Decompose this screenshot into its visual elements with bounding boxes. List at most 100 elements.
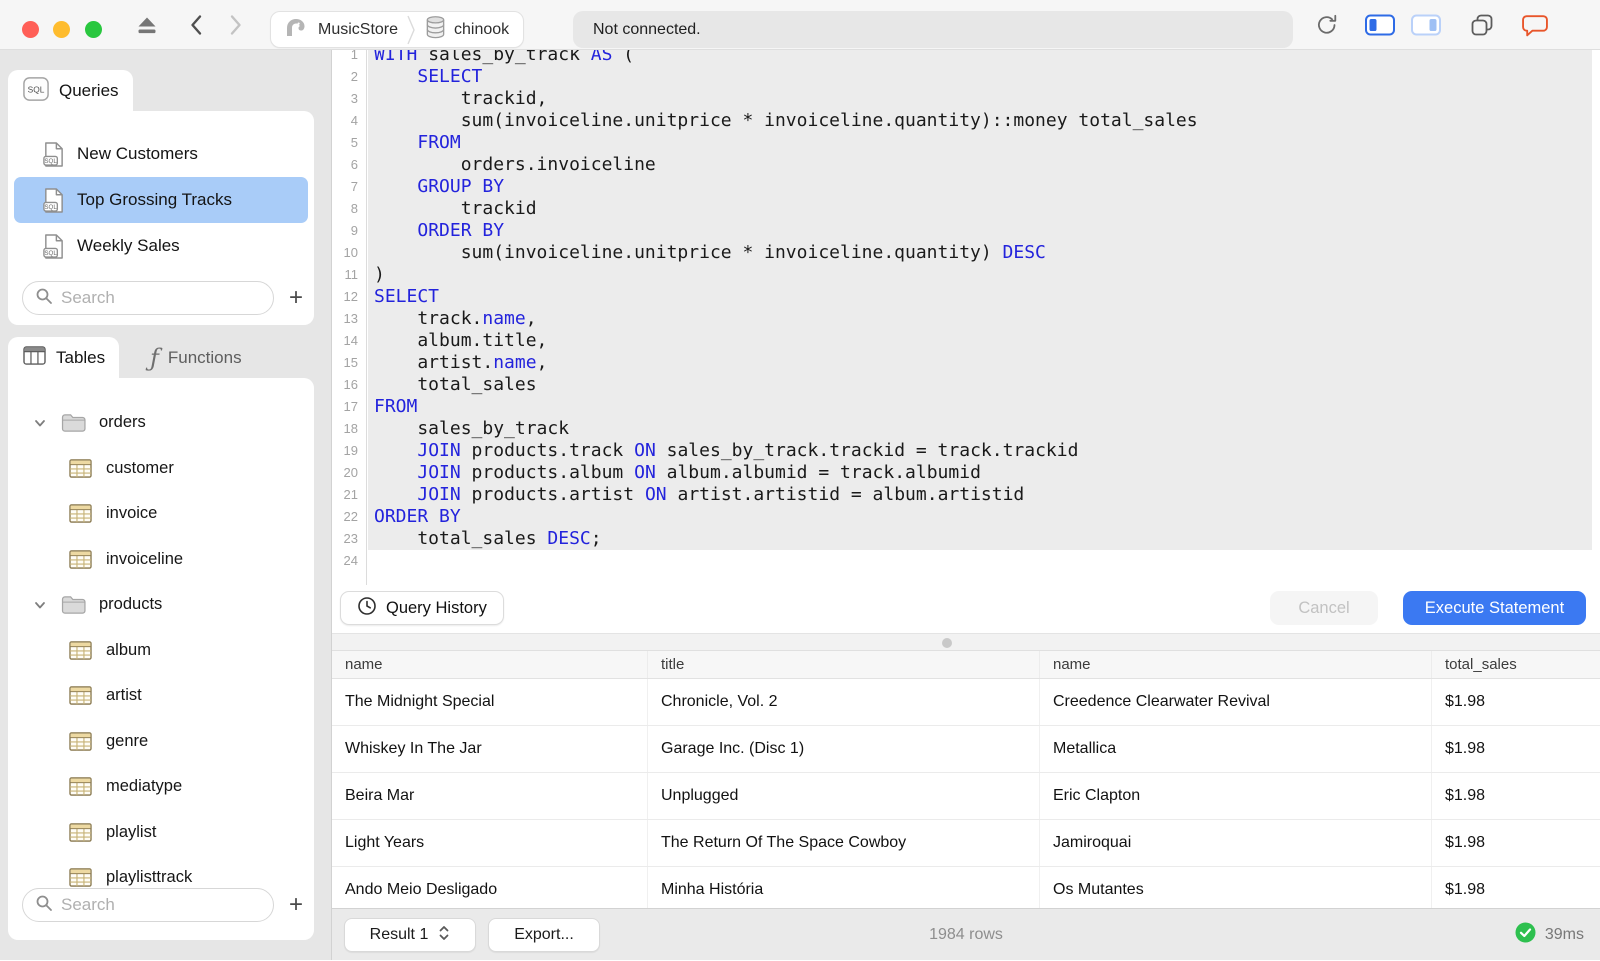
code-line: WITH sales_by_track AS (: [374, 50, 635, 65]
tables-search-field[interactable]: [22, 888, 274, 922]
code-line: JOIN products.track ON sales_by_track.tr…: [417, 440, 1079, 461]
toggle-right-sidebar-button[interactable]: [1408, 0, 1444, 50]
schema-group-row[interactable]: orders: [8, 400, 314, 446]
table-grid-icon: [68, 685, 93, 706]
table-columns-icon: [22, 345, 47, 371]
table-tree-item[interactable]: invoiceline: [8, 537, 314, 583]
table-cell: Beira Mar: [332, 773, 648, 819]
table-tree-item[interactable]: customer: [8, 446, 314, 492]
table-row[interactable]: Beira Mar Unplugged Eric Clapton $1.98: [332, 773, 1600, 820]
code-line: orders.invoiceline: [374, 154, 656, 175]
close-window-button[interactable]: [22, 21, 39, 38]
queries-search-input[interactable]: [61, 288, 241, 308]
results-header: name title name total_sales: [332, 651, 1600, 679]
query-history-button[interactable]: Query History: [340, 591, 504, 625]
table-tree-item-label: playlist: [106, 822, 157, 841]
code-line: SELECT: [417, 66, 483, 87]
tables-search-input[interactable]: [61, 895, 241, 915]
table-grid-icon: [68, 776, 93, 797]
table-cell: Creedence Clearwater Revival: [1040, 679, 1432, 725]
disclosure-chevron-icon[interactable]: [30, 416, 50, 430]
cancel-label: Cancel: [1298, 598, 1350, 617]
code-line: track.name,: [374, 308, 537, 329]
table-cell: $1.98: [1445, 787, 1486, 804]
minimize-window-button[interactable]: [53, 21, 70, 38]
table-grid-icon: [68, 549, 93, 570]
column-header[interactable]: name: [1040, 651, 1432, 678]
table-row[interactable]: Whiskey In The Jar Garage Inc. (Disc 1) Me…: [332, 726, 1600, 773]
code-line: album.title,: [374, 330, 548, 351]
breadcrumb-server-label: MusicStore: [318, 20, 399, 38]
tables-panel: orders customer invoice invoiceline products…: [8, 378, 314, 940]
table-tree-item-label: invoice: [106, 504, 158, 523]
table-grid-icon: [68, 640, 93, 661]
breadcrumb-separator-icon: [407, 15, 415, 44]
queries-search-field[interactable]: [22, 281, 274, 315]
code-line: total_sales: [374, 374, 537, 395]
pane-splitter[interactable]: [332, 633, 1600, 651]
tab-functions[interactable]: ƒ Functions: [136, 337, 256, 379]
disclosure-chevron-icon[interactable]: [30, 598, 50, 612]
table-row[interactable]: Light Years The Return Of The Space Cowbo…: [332, 820, 1600, 867]
success-check-icon: [1515, 922, 1536, 948]
tab-queries[interactable]: SQL Queries: [8, 70, 133, 112]
table-cell: The Midnight Special: [332, 679, 648, 725]
table-tree-item[interactable]: genre: [8, 719, 314, 765]
feedback-chat-button[interactable]: [1518, 0, 1552, 50]
sql-file-icon: SQL: [42, 233, 65, 260]
toggle-left-sidebar-button[interactable]: [1362, 0, 1398, 50]
breadcrumb-server[interactable]: MusicStore: [281, 15, 398, 44]
cancel-button[interactable]: Cancel: [1270, 591, 1378, 625]
column-header[interactable]: title: [648, 651, 1040, 678]
folder-icon: [60, 412, 87, 433]
refresh-button[interactable]: [1312, 0, 1342, 50]
connection-status-text: Not connected.: [593, 20, 701, 38]
sql-code: WITH sales_by_track AS ( SELECT trackid,…: [374, 50, 1198, 572]
database-icon: [424, 14, 447, 45]
table-cell: $1.98: [1445, 834, 1486, 851]
breadcrumb: MusicStore chinook: [270, 11, 525, 48]
app-window: MusicStore chinook Not connected. SQL Qu…: [0, 0, 1600, 960]
queries-panel: SQL New Customers SQL Top Grossing Tracks SQ…: [8, 111, 314, 325]
table-tree: orders customer invoice invoiceline products…: [8, 400, 314, 901]
main-area: 1 2 3 4 5 6 7 8 9 10 11 12 13 14 15 16 17 18 19 20 21 22 23 24 …: [332, 50, 1600, 960]
code-line: GROUP BY: [417, 176, 505, 197]
schema-group-row[interactable]: products: [8, 582, 314, 628]
table-tree-item[interactable]: invoice: [8, 491, 314, 537]
schema-group-label: orders: [99, 413, 146, 432]
forward-button[interactable]: [224, 0, 248, 50]
table-tree-item[interactable]: playlist: [8, 810, 314, 856]
breadcrumb-database[interactable]: chinook: [424, 14, 509, 45]
splitter-handle-icon[interactable]: [942, 638, 952, 648]
execute-statement-button[interactable]: Execute Statement: [1403, 591, 1586, 625]
table-cell: Garage Inc. (Disc 1): [648, 726, 1040, 772]
tabs-overview-button[interactable]: [1466, 0, 1498, 50]
tab-tables[interactable]: Tables: [8, 337, 120, 379]
query-item[interactable]: SQL Weekly Sales: [14, 223, 308, 269]
sql-file-icon: SQL: [42, 141, 65, 168]
code-line: SELECT: [374, 286, 440, 307]
schema-group-label: products: [99, 595, 163, 614]
sidebar: SQL Queries SQL New Customers SQL Top Gross…: [0, 50, 332, 960]
query-item[interactable]: SQL New Customers: [14, 131, 308, 177]
add-query-button[interactable]: +: [284, 286, 308, 310]
query-item[interactable]: SQL Top Grossing Tracks: [14, 177, 308, 223]
table-tree-item[interactable]: album: [8, 628, 314, 674]
table-cell: Eric Clapton: [1040, 773, 1432, 819]
table-tree-item[interactable]: artist: [8, 673, 314, 719]
zoom-window-button[interactable]: [85, 21, 102, 38]
table-row[interactable]: Ando Meio Desligado Minha História Os Muta…: [332, 867, 1600, 908]
table-tree-item[interactable]: mediatype: [8, 764, 314, 810]
sql-badge-icon: SQL: [22, 76, 50, 107]
table-grid-icon: [68, 822, 93, 843]
tab-queries-label: Queries: [59, 81, 119, 100]
add-table-button[interactable]: +: [284, 893, 308, 917]
sql-editor[interactable]: 1 2 3 4 5 6 7 8 9 10 11 12 13 14 15 16 17 18 19 20 21 22 23 24 …: [332, 50, 1600, 585]
back-button[interactable]: [184, 0, 208, 50]
table-row[interactable]: The Midnight Special Chronicle, Vol. 2 Cre…: [332, 679, 1600, 726]
column-header[interactable]: name: [332, 651, 648, 678]
table-tree-item-label: invoiceline: [106, 549, 184, 568]
eject-icon[interactable]: [132, 0, 162, 50]
column-header[interactable]: total_sales: [1432, 651, 1600, 678]
code-line: sum(invoiceline.unitprice * invoiceline.…: [374, 242, 1046, 263]
